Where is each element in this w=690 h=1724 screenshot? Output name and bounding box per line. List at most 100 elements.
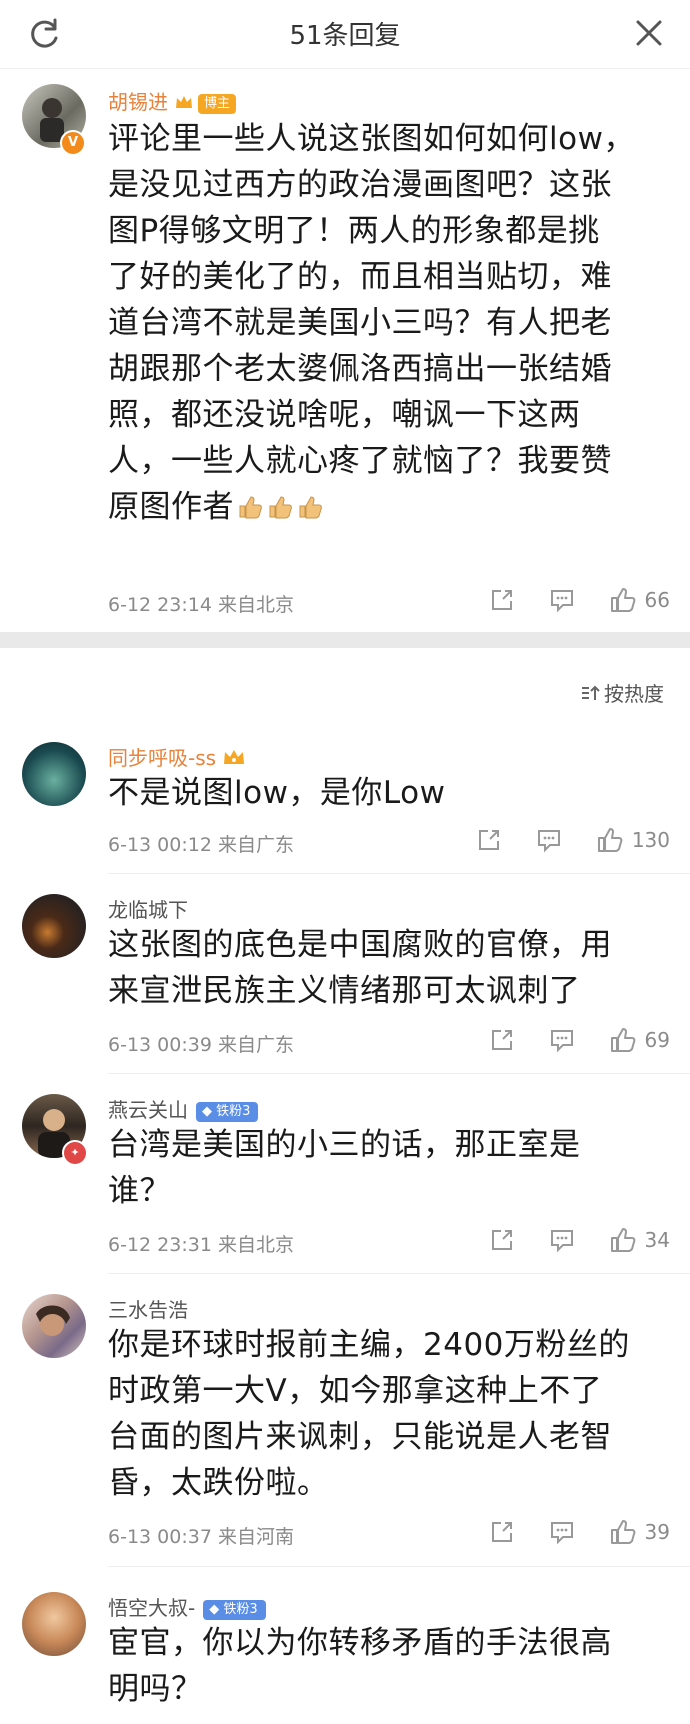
text-line: 照，都还没说啥呢，嘲讽一下这两 — [108, 397, 581, 433]
diamond-icon: ◆ — [202, 1103, 212, 1119]
comment-icon — [550, 1230, 573, 1253]
text-line: 宦官，你以为你转移矛盾的手法很高 — [108, 1625, 612, 1661]
reply-button[interactable] — [549, 587, 575, 613]
comment-time: 6-13 00:37 — [108, 1526, 212, 1548]
sort-icon — [582, 685, 600, 700]
comment-actions: 66 — [455, 584, 670, 616]
text-line: 了好的美化了的，而且相当贴切，难 — [108, 259, 612, 295]
share-button[interactable] — [489, 587, 515, 613]
text-line: 你是环球时报前主编，2400万粉丝的 — [108, 1327, 630, 1363]
comment-actions: 69 — [455, 1024, 670, 1056]
author-name[interactable]: 胡锡进 — [108, 90, 168, 114]
comment-meta: 6-12 23:31 来自北京 — [108, 1230, 294, 1257]
share-button[interactable] — [489, 1027, 515, 1053]
diamond-icon: ◆ — [209, 1601, 220, 1617]
share-button[interactable] — [489, 1227, 515, 1253]
avatar[interactable] — [22, 1294, 86, 1358]
thumbs-up-icon — [597, 828, 623, 852]
text-line: 台面的图片来讽刺，只能说是人老智 — [108, 1419, 612, 1455]
text-line: 时政第一大V，如今那拿这种上不了 — [108, 1373, 603, 1409]
comment-time: 6-13 00:39 — [108, 1034, 212, 1056]
like-button[interactable]: 130 — [596, 826, 670, 854]
comment-text: 宦官，你以为你转移矛盾的手法很高 明吗？ — [108, 1620, 660, 1712]
text-line: 来宣泄民族主义情绪那可太讽刺了 — [108, 973, 581, 1009]
top-bar: 51条回复 — [0, 0, 690, 69]
comment-location: 来自广东 — [217, 834, 294, 856]
sort-label: 按热度 — [604, 682, 664, 706]
like-count: 34 — [644, 1228, 670, 1252]
reply-button[interactable] — [549, 1519, 575, 1545]
text-line: 道台湾不就是美国小三吗？有人把老 — [108, 305, 612, 341]
like-button[interactable]: 34 — [609, 1226, 670, 1254]
like-count: 66 — [644, 588, 670, 612]
text-line: 昏，太跌份啦。 — [108, 1465, 329, 1501]
like-button[interactable]: 66 — [609, 586, 670, 614]
thumbs-up-icon — [610, 1520, 635, 1544]
comment-icon — [550, 1522, 573, 1545]
comment-meta: 6-13 00:37 来自河南 — [108, 1522, 294, 1549]
divider — [108, 1073, 690, 1074]
text-line: 这张图的底色是中国腐败的官僚，用 — [108, 927, 612, 963]
avatar[interactable] — [22, 894, 86, 958]
text-line: 原图作者 — [108, 484, 660, 530]
comment-actions: 34 — [455, 1224, 670, 1256]
divider — [108, 1566, 690, 1567]
text-line: 胡跟那个老太婆佩洛西搞出一张结婚 — [108, 351, 612, 387]
text-line: 人，一些人就心疼了就恼了？我要赞 — [108, 443, 612, 479]
thumbs-up-emoji — [234, 489, 324, 525]
thumbs-up-icon — [610, 1228, 635, 1252]
text-line: 谁？ — [108, 1173, 171, 1209]
comment-time: 6-13 00:12 — [108, 834, 212, 856]
author-name[interactable]: 龙临城下 — [108, 898, 188, 922]
blogger-badge: 博主 — [198, 93, 237, 114]
reply-button[interactable] — [549, 1227, 575, 1253]
comment-text: 你是环球时报前主编，2400万粉丝的 时政第一大V，如今那拿这种上不了 台面的图… — [108, 1322, 660, 1506]
comment-actions: 39 — [455, 1516, 670, 1548]
divider — [108, 1273, 690, 1274]
share-icon — [491, 590, 512, 610]
author-name[interactable]: 悟空大叔- — [108, 1596, 195, 1620]
like-count: 39 — [644, 1520, 670, 1544]
text-line: 明吗？ — [108, 1671, 203, 1707]
comment-actions: 130 — [442, 824, 670, 856]
thumbs-up-icon — [610, 1028, 635, 1052]
divider — [108, 873, 690, 874]
author-name[interactable]: 同步呼吸-ss — [108, 746, 216, 770]
comment-location: 来自北京 — [217, 1234, 294, 1256]
crown-icon — [174, 92, 194, 116]
close-icon[interactable] — [634, 18, 664, 48]
comment-icon — [550, 1030, 573, 1053]
share-button[interactable] — [476, 827, 502, 853]
verified-icon: V — [60, 130, 86, 156]
comment-location: 来自广东 — [217, 1034, 294, 1056]
thumbs-up-icon — [610, 588, 635, 612]
share-button[interactable] — [489, 1519, 515, 1545]
sort-button[interactable]: 按热度 — [580, 678, 664, 707]
fan-badge-label: 铁粉3 — [216, 1103, 251, 1119]
text-line: 图P得够文明了！两人的形象都是挑 — [108, 213, 600, 249]
comment-meta: 6-13 00:39 来自广东 — [108, 1030, 294, 1057]
comment-meta: 6-13 00:12 来自广东 — [108, 830, 294, 857]
share-icon — [478, 830, 499, 850]
author-name[interactable]: 三水告浩 — [108, 1298, 188, 1322]
comment-text: 这张图的底色是中国腐败的官僚，用 来宣泄民族主义情绪那可太讽刺了 — [108, 922, 660, 1014]
crown-icon — [222, 747, 246, 772]
share-icon — [491, 1230, 512, 1250]
comment-text: 不是说图low，是你Low — [108, 770, 660, 816]
text-line: 台湾是美国的小三的话，那正室是 — [108, 1127, 581, 1163]
like-count: 130 — [631, 828, 670, 852]
comment-meta: 6-12 23:14 来自北京 — [108, 590, 294, 617]
reply-button[interactable] — [536, 827, 562, 853]
like-count: 69 — [644, 1028, 670, 1052]
fan-badge: ◆ 铁粉3 — [203, 1599, 266, 1620]
avatar[interactable] — [22, 1592, 86, 1656]
like-button[interactable]: 39 — [609, 1518, 670, 1546]
reply-button[interactable] — [549, 1027, 575, 1053]
avatar[interactable] — [22, 742, 86, 806]
comment-icon — [537, 830, 560, 853]
text-line: 不是说图low，是你Low — [108, 775, 446, 811]
like-button[interactable]: 69 — [609, 1026, 670, 1054]
text-line: 评论里一些人说这张图如何如何low， — [108, 121, 635, 157]
author-name[interactable]: 燕云关山 — [108, 1098, 188, 1122]
comment-text: 评论里一些人说这张图如何如何low， 是没见过西方的政治漫画图吧？这张 图P得够… — [108, 116, 660, 530]
